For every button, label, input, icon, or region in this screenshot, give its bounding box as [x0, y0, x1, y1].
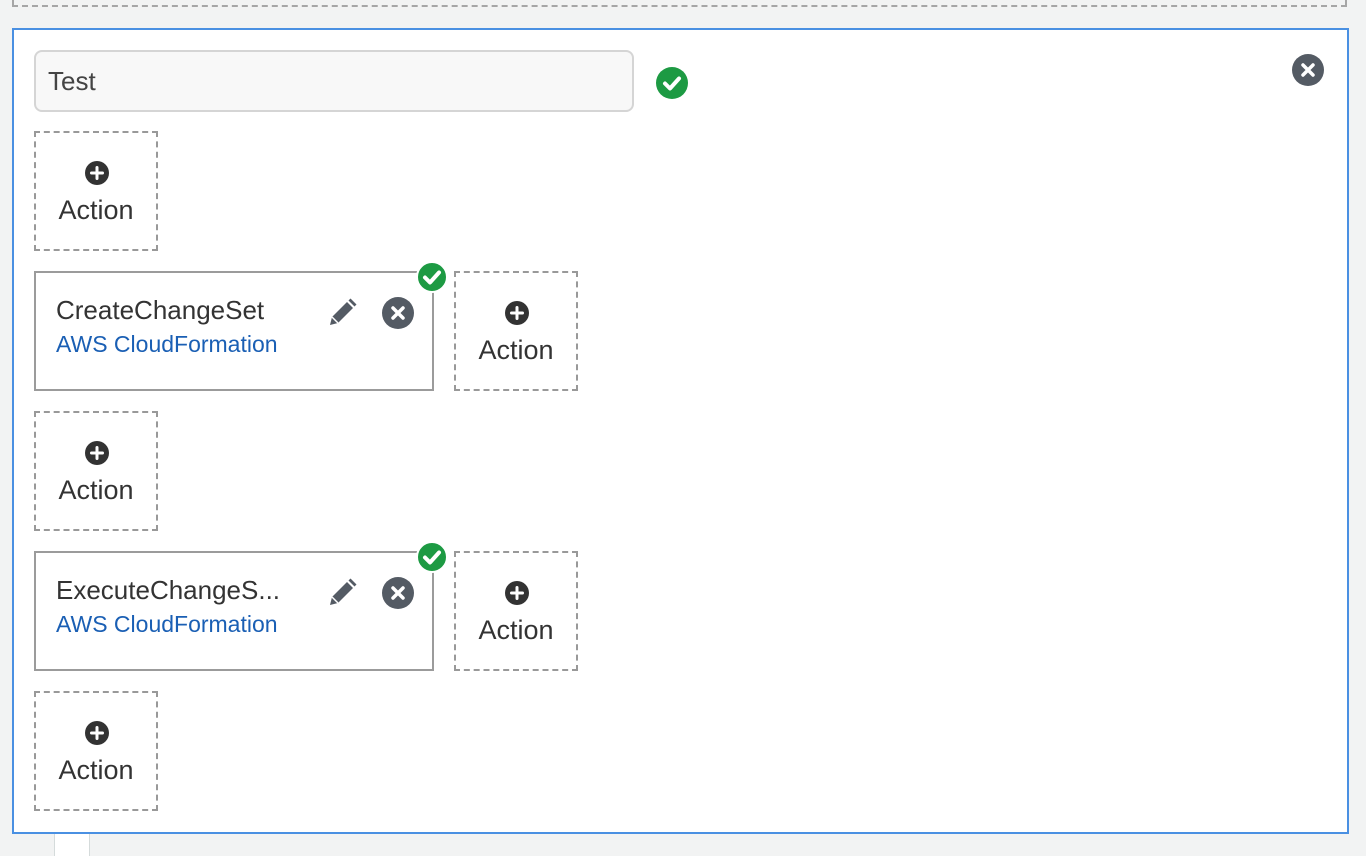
add-action-label: Action: [478, 335, 554, 365]
add-parallel-action-button[interactable]: Action: [454, 271, 578, 391]
pencil-icon[interactable]: [326, 577, 358, 609]
stage-valid-check-icon: [656, 67, 688, 99]
action-card[interactable]: ExecuteChangeS... AWS CloudFormation: [34, 541, 448, 671]
add-action-label: Action: [58, 475, 134, 505]
action-valid-check-icon: [416, 261, 448, 293]
add-action-button[interactable]: Action: [34, 691, 158, 811]
action-card[interactable]: CreateChangeSet AWS CloudFormation: [34, 261, 448, 391]
add-action-label: Action: [478, 615, 554, 645]
plus-circle-icon: [505, 581, 529, 605]
action-provider-link[interactable]: AWS CloudFormation: [56, 611, 278, 638]
add-action-label: Action: [58, 755, 134, 785]
stage-connector: [54, 834, 90, 856]
plus-circle-icon: [85, 441, 109, 465]
action-name: CreateChangeSet: [56, 295, 265, 325]
stage-panel: [12, 28, 1349, 834]
stage-close-icon[interactable]: [1292, 54, 1324, 86]
action-provider-link[interactable]: AWS CloudFormation: [56, 331, 278, 358]
add-action-label: Action: [58, 195, 134, 225]
remove-action-icon[interactable]: [382, 297, 414, 329]
stage-name-input[interactable]: [34, 50, 634, 112]
action-valid-check-icon: [416, 541, 448, 573]
previous-stage-dashed-border: [12, 0, 1347, 7]
plus-circle-icon: [85, 721, 109, 745]
action-name: ExecuteChangeS...: [56, 575, 281, 605]
add-parallel-action-button[interactable]: Action: [454, 551, 578, 671]
pencil-icon[interactable]: [326, 297, 358, 329]
plus-circle-icon: [505, 301, 529, 325]
remove-action-icon[interactable]: [382, 577, 414, 609]
add-action-button[interactable]: Action: [34, 131, 158, 251]
plus-circle-icon: [85, 161, 109, 185]
add-action-button[interactable]: Action: [34, 411, 158, 531]
